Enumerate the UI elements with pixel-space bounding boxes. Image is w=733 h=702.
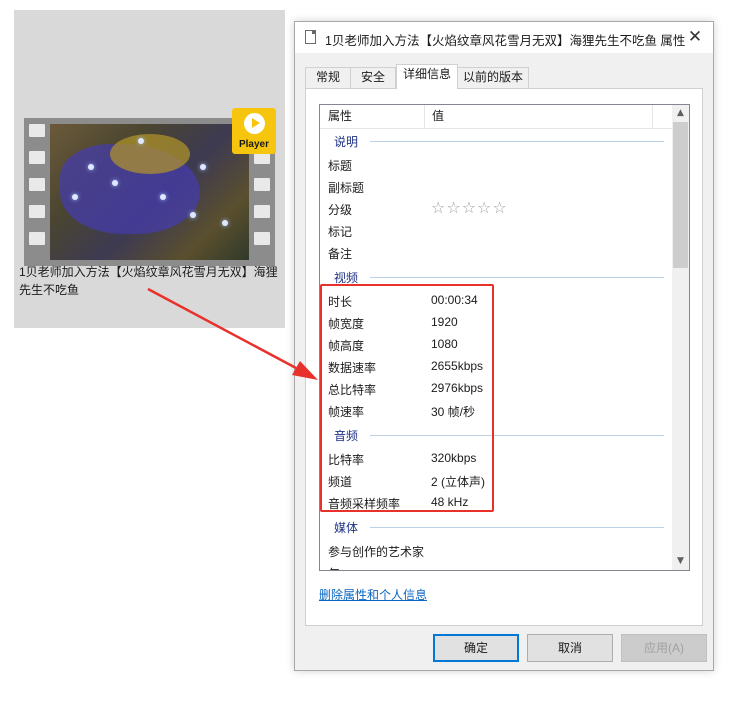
- dialog-titlebar[interactable]: 1贝老师加入方法【火焰纹章风花雪月无双】海狸先生不吃鱼 属性 ✕: [295, 22, 713, 53]
- tab-details[interactable]: 详细信息: [396, 64, 458, 89]
- annotation-highlight-box: [320, 284, 494, 512]
- cancel-button[interactable]: 取消: [527, 634, 613, 662]
- player-badge: Player: [232, 108, 276, 154]
- list-header: 属性 值: [320, 105, 672, 129]
- tab-general[interactable]: 常规: [305, 67, 351, 88]
- property-row-year[interactable]: 年: [320, 561, 672, 570]
- apply-button[interactable]: 应用(A): [621, 634, 707, 662]
- vertical-scrollbar[interactable]: ▲ ▼: [672, 105, 689, 570]
- column-header-value[interactable]: 值: [424, 105, 652, 129]
- video-frame-image: [50, 124, 249, 260]
- player-badge-label: Player: [238, 139, 270, 150]
- column-header-property[interactable]: 属性: [320, 105, 424, 129]
- scroll-down-icon[interactable]: ▼: [672, 553, 689, 570]
- property-row-subtitle[interactable]: 副标题: [320, 175, 672, 197]
- film-strip-left: [24, 118, 50, 266]
- property-row-tags[interactable]: 标记: [320, 219, 672, 241]
- property-row-rating[interactable]: 分级 ☆☆☆☆☆: [320, 197, 672, 219]
- close-icon[interactable]: ✕: [677, 22, 713, 53]
- dialog-title: 1贝老师加入方法【火焰纹章风花雪月无双】海狸先生不吃鱼 属性: [325, 34, 686, 48]
- scroll-thumb[interactable]: [673, 122, 688, 268]
- remove-properties-link[interactable]: 删除属性和个人信息: [319, 586, 427, 603]
- scroll-up-icon[interactable]: ▲: [672, 105, 689, 122]
- document-icon: [305, 30, 316, 44]
- star-rating-icon[interactable]: ☆☆☆☆☆: [431, 198, 508, 217]
- video-file-tile[interactable]: Player 1贝老师加入方法【火焰纹章风花雪月无双】海狸先生不吃鱼: [14, 10, 285, 328]
- file-name: 1贝老师加入方法【火焰纹章风花雪月无双】海狸先生不吃鱼: [19, 265, 278, 297]
- property-row-title[interactable]: 标题: [320, 153, 672, 175]
- ok-button[interactable]: 确定: [433, 634, 519, 662]
- property-row-comments[interactable]: 备注: [320, 241, 672, 263]
- group-media: 媒体: [320, 516, 672, 538]
- tab-security[interactable]: 安全: [350, 67, 396, 88]
- property-row-contributing-artists[interactable]: 参与创作的艺术家: [320, 539, 672, 561]
- tab-previous-versions[interactable]: 以前的版本: [457, 67, 529, 88]
- group-description: 说明: [320, 130, 672, 152]
